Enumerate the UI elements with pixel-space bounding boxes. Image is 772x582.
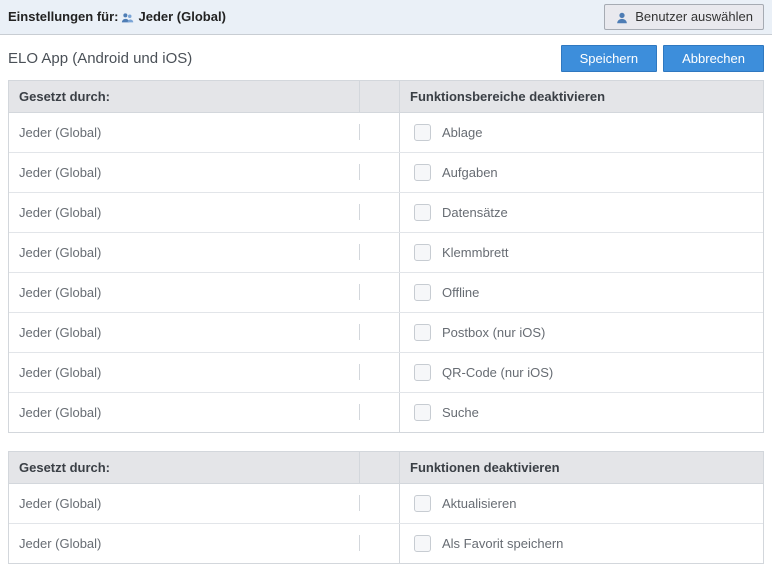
cell-function: Postbox (nur iOS) xyxy=(399,313,763,352)
function-checkbox[interactable] xyxy=(414,364,431,381)
action-buttons: Speichern Abbrechen xyxy=(561,45,764,72)
function-label: Ablage xyxy=(442,125,482,140)
table-functions: Gesetzt durch: Funktionen deaktivieren J… xyxy=(8,451,764,564)
settings-for-label: Einstellungen für: xyxy=(8,9,119,24)
function-checkbox[interactable] xyxy=(414,204,431,221)
cell-gap xyxy=(359,495,399,511)
header-function: Funktionsbereiche deaktivieren xyxy=(399,81,763,112)
cell-gap xyxy=(359,244,399,260)
users-icon xyxy=(121,9,135,25)
header-setby: Gesetzt durch: xyxy=(9,81,359,112)
section-header: ELO App (Android und iOS) Speichern Abbr… xyxy=(0,35,772,80)
cell-setby: Jeder (Global) xyxy=(9,357,359,388)
table-row: Jeder (Global) Postbox (nur iOS) xyxy=(9,313,763,353)
cancel-button[interactable]: Abbrechen xyxy=(663,45,764,72)
table-row: Jeder (Global) Klemmbrett xyxy=(9,233,763,273)
function-label: QR-Code (nur iOS) xyxy=(442,365,553,380)
cell-setby: Jeder (Global) xyxy=(9,157,359,188)
function-label: Klemmbrett xyxy=(442,245,508,260)
cell-function: Als Favorit speichern xyxy=(399,524,763,563)
cell-function: Datensätze xyxy=(399,193,763,232)
function-label: Offline xyxy=(442,285,479,300)
cell-gap xyxy=(359,535,399,551)
cell-gap xyxy=(359,404,399,420)
select-user-button[interactable]: Benutzer auswählen xyxy=(604,4,764,30)
cell-gap xyxy=(359,204,399,220)
function-checkbox[interactable] xyxy=(414,164,431,181)
cell-setby: Jeder (Global) xyxy=(9,317,359,348)
cell-gap xyxy=(359,124,399,140)
section-title: ELO App (Android und iOS) xyxy=(8,50,192,67)
cell-function: Aktualisieren xyxy=(399,484,763,523)
cell-function: Ablage xyxy=(399,113,763,152)
table-row: Jeder (Global) Aktualisieren xyxy=(9,484,763,524)
cell-setby: Jeder (Global) xyxy=(9,237,359,268)
header-gap xyxy=(359,452,399,483)
cell-setby: Jeder (Global) xyxy=(9,197,359,228)
function-label: Datensätze xyxy=(442,205,508,220)
cell-gap xyxy=(359,324,399,340)
table-header: Gesetzt durch: Funktionsbereiche deaktiv… xyxy=(9,80,763,113)
cell-function: Klemmbrett xyxy=(399,233,763,272)
cell-setby: Jeder (Global) xyxy=(9,277,359,308)
function-checkbox[interactable] xyxy=(414,535,431,552)
table-row: Jeder (Global) Suche xyxy=(9,393,763,432)
header-setby: Gesetzt durch: xyxy=(9,452,359,483)
cell-setby: Jeder (Global) xyxy=(9,117,359,148)
function-checkbox[interactable] xyxy=(414,284,431,301)
table-row: Jeder (Global) QR-Code (nur iOS) xyxy=(9,353,763,393)
cell-function: Suche xyxy=(399,393,763,432)
cell-gap xyxy=(359,284,399,300)
function-label: Aufgaben xyxy=(442,165,498,180)
function-checkbox[interactable] xyxy=(414,324,431,341)
select-user-label: Benutzer auswählen xyxy=(635,9,753,24)
table-row: Jeder (Global) Offline xyxy=(9,273,763,313)
cell-setby: Jeder (Global) xyxy=(9,397,359,428)
function-label: Postbox (nur iOS) xyxy=(442,325,545,340)
cell-setby: Jeder (Global) xyxy=(9,488,359,519)
function-checkbox[interactable] xyxy=(414,244,431,261)
function-checkbox[interactable] xyxy=(414,124,431,141)
header-gap xyxy=(359,81,399,112)
function-checkbox[interactable] xyxy=(414,404,431,421)
cell-function: QR-Code (nur iOS) xyxy=(399,353,763,392)
cell-setby: Jeder (Global) xyxy=(9,528,359,559)
header-function: Funktionen deaktivieren xyxy=(399,452,763,483)
table-header: Gesetzt durch: Funktionen deaktivieren xyxy=(9,451,763,484)
user-icon xyxy=(615,9,629,25)
function-checkbox[interactable] xyxy=(414,495,431,512)
table-row: Jeder (Global) Als Favorit speichern xyxy=(9,524,763,563)
function-label: Als Favorit speichern xyxy=(442,536,563,551)
table-row: Jeder (Global) Aufgaben xyxy=(9,153,763,193)
current-user: Jeder (Global) xyxy=(139,9,226,24)
function-label: Suche xyxy=(442,405,479,420)
topbar: Einstellungen für: Jeder (Global) Benutz… xyxy=(0,0,772,35)
function-label: Aktualisieren xyxy=(442,496,516,511)
table-function-areas: Gesetzt durch: Funktionsbereiche deaktiv… xyxy=(8,80,764,433)
cell-function: Aufgaben xyxy=(399,153,763,192)
cell-gap xyxy=(359,164,399,180)
cell-gap xyxy=(359,364,399,380)
table-row: Jeder (Global) Ablage xyxy=(9,113,763,153)
save-button[interactable]: Speichern xyxy=(561,45,658,72)
table-row: Jeder (Global) Datensätze xyxy=(9,193,763,233)
cell-function: Offline xyxy=(399,273,763,312)
settings-for: Einstellungen für: Jeder (Global) xyxy=(8,9,226,25)
